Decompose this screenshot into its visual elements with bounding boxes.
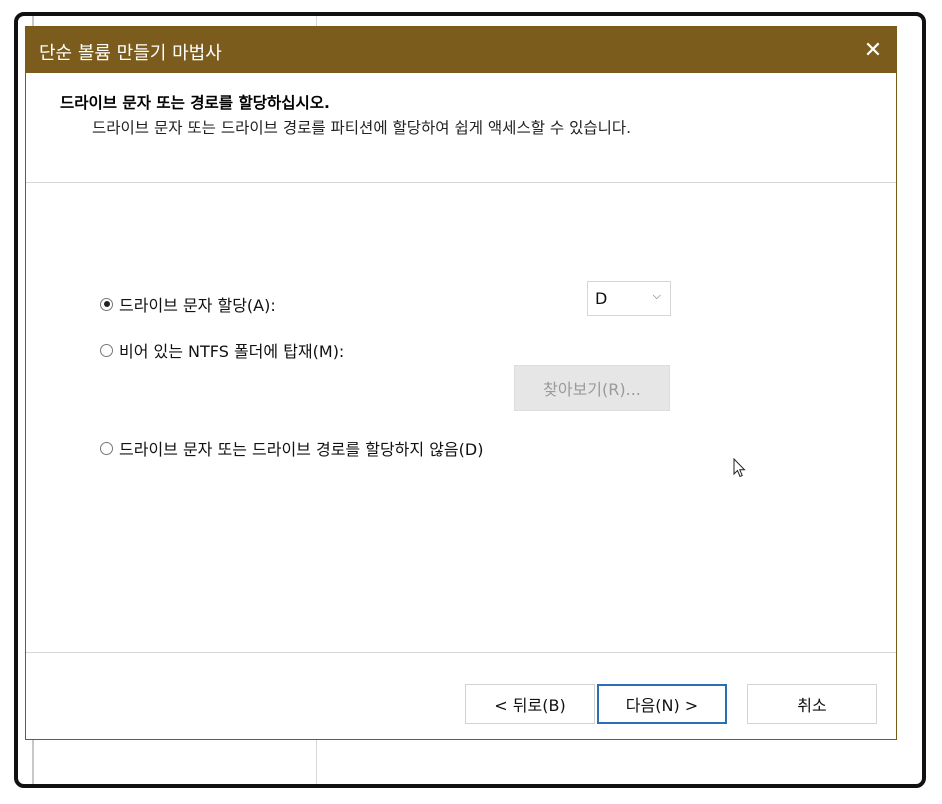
next-button[interactable]: 다음(N) >: [597, 684, 727, 724]
screenshot-frame: 단순 볼륨 만들기 마법사 ✕ 드라이브 문자 또는 경로를 할당하십시오. 드…: [14, 12, 926, 788]
drive-letter-select[interactable]: D ⌵: [587, 281, 671, 316]
assign-letter-radio[interactable]: [100, 297, 113, 311]
chevron-down-icon: ⌵: [652, 289, 661, 302]
browse-button[interactable]: 찾아보기(R)...: [514, 365, 670, 411]
cancel-button[interactable]: 취소: [747, 684, 877, 724]
wizard-dialog: 단순 볼륨 만들기 마법사 ✕ 드라이브 문자 또는 경로를 할당하십시오. 드…: [25, 26, 897, 740]
mouse-pointer-icon: [733, 458, 746, 478]
no-assign-option[interactable]: 드라이브 문자 또는 드라이브 경로를 할당하지 않음(D): [100, 436, 483, 460]
no-assign-label: 드라이브 문자 또는 드라이브 경로를 할당하지 않음(D): [119, 440, 484, 459]
assign-letter-label: 드라이브 문자 할당(A):: [119, 296, 276, 315]
mount-folder-option[interactable]: 비어 있는 NTFS 폴더에 탑재(M):: [100, 338, 344, 362]
close-button[interactable]: ✕: [850, 27, 896, 73]
close-icon: ✕: [863, 37, 883, 63]
no-assign-radio[interactable]: [100, 441, 113, 455]
back-button[interactable]: < 뒤로(B): [465, 684, 595, 724]
window-title: 단순 볼륨 만들기 마법사: [39, 43, 222, 64]
title-bar: 단순 볼륨 만들기 마법사 ✕: [26, 27, 896, 73]
assign-letter-option[interactable]: 드라이브 문자 할당(A):: [100, 292, 276, 316]
mount-folder-label: 비어 있는 NTFS 폴더에 탑재(M):: [119, 342, 345, 361]
drive-letter-value: D: [595, 289, 608, 308]
footer-divider: [26, 652, 896, 653]
wizard-header: 드라이브 문자 또는 경로를 할당하십시오. 드라이브 문자 또는 드라이브 경…: [26, 73, 896, 183]
page-heading: 드라이브 문자 또는 경로를 할당하십시오.: [60, 94, 330, 112]
mount-folder-radio[interactable]: [100, 343, 113, 357]
page-subheading: 드라이브 문자 또는 드라이브 경로를 파티션에 할당하여 쉽게 액세스할 수 …: [92, 119, 632, 137]
